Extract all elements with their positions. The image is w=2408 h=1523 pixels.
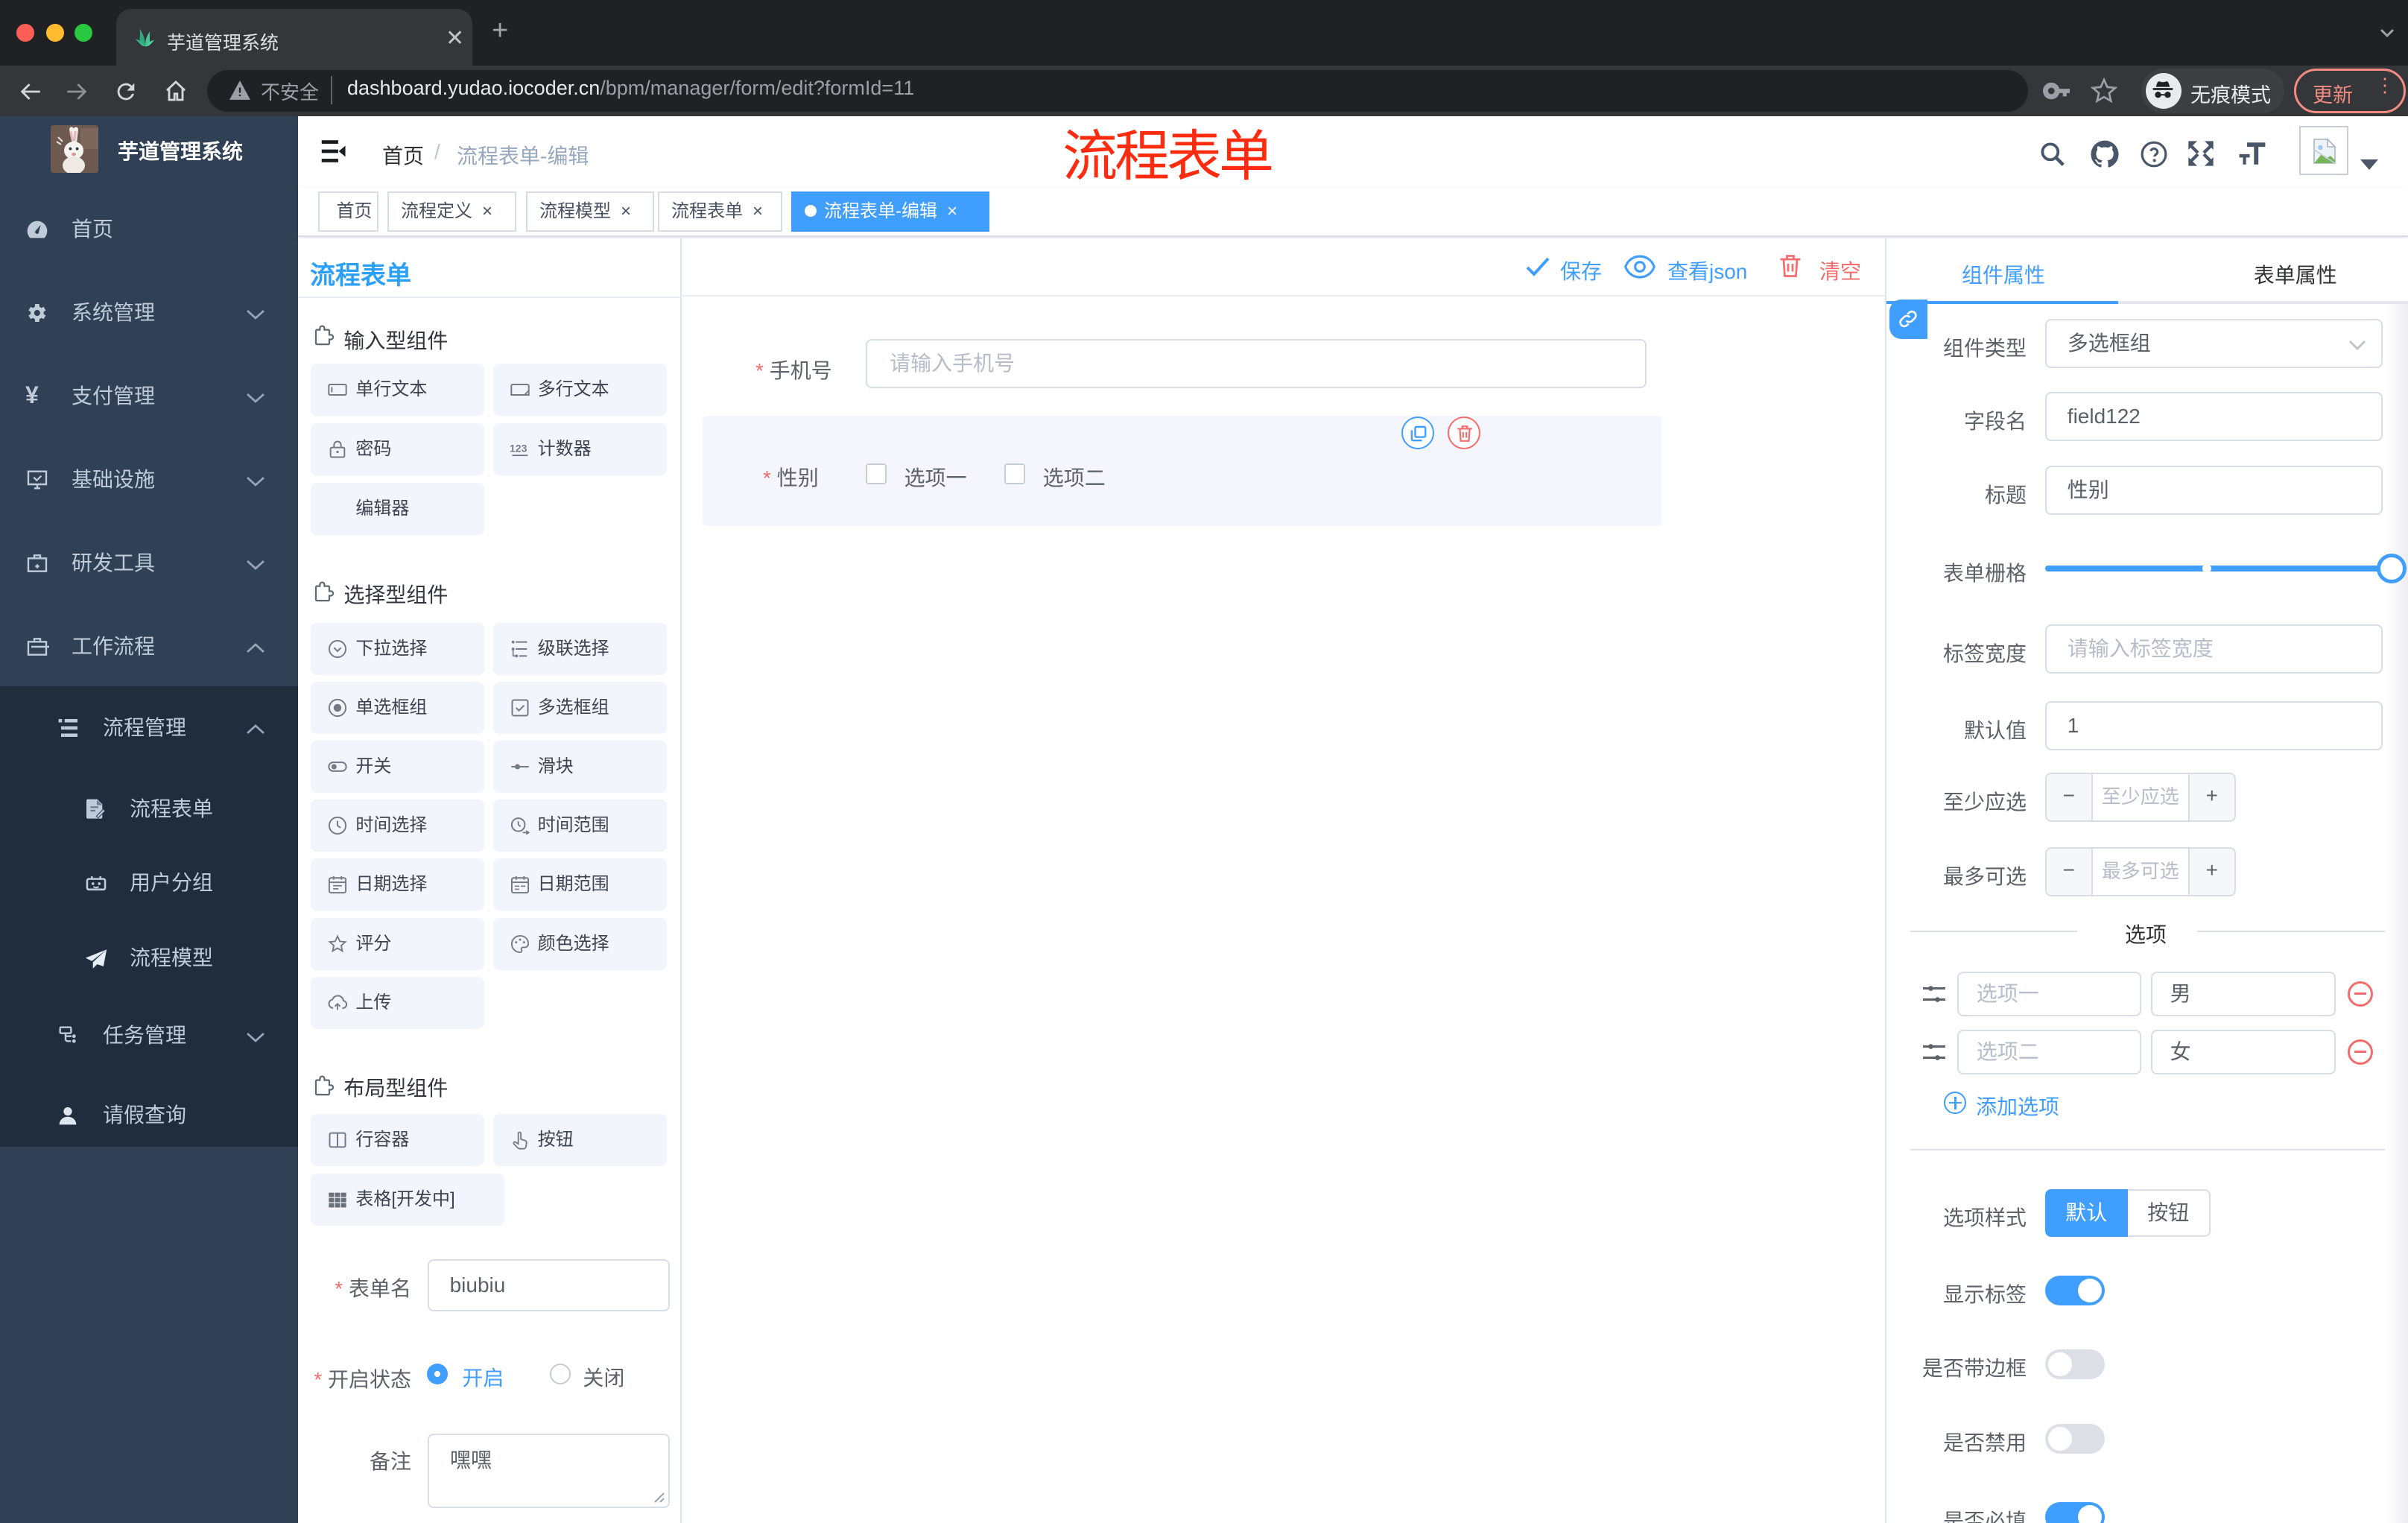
svg-text:123: 123 bbox=[510, 443, 527, 455]
